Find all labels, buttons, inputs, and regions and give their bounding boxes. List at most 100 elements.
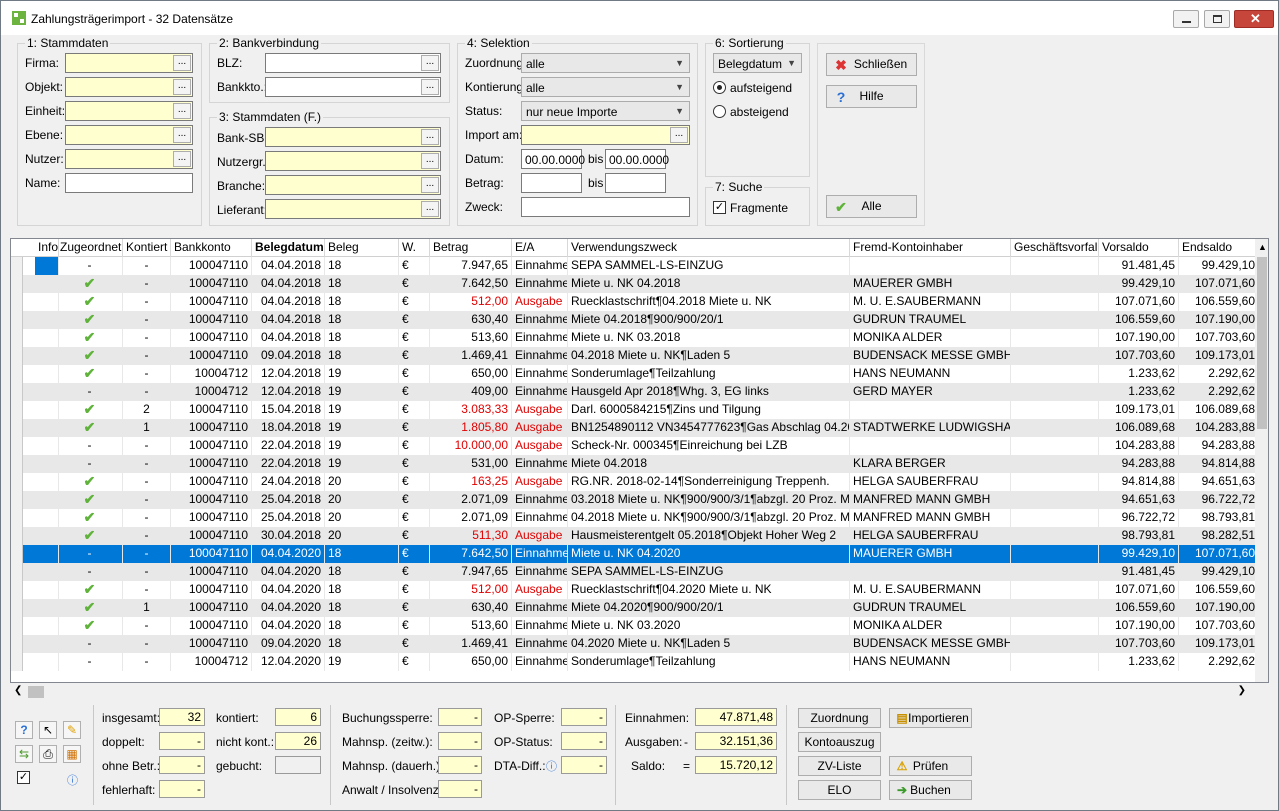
pruefen-button[interactable]: ⚠ Prüfen <box>889 756 972 776</box>
sortierung-select[interactable]: Belegdatum ▼ <box>713 53 802 73</box>
fragmente-checkbox[interactable]: ✓ <box>713 201 726 214</box>
table-row[interactable]: ✔ -100047110 30.04.2018 20 €511,30 Ausgabe Hau… <box>11 527 1259 545</box>
column-header-zugeordnet[interactable]: Zugeordnet <box>57 239 123 257</box>
column-header-beleg[interactable]: Beleg <box>325 239 399 257</box>
aufsteigend-radio[interactable] <box>713 81 726 94</box>
row-header[interactable] <box>11 509 23 527</box>
row-header[interactable] <box>11 347 23 365</box>
table-row[interactable]: ✔ -100047110 04.04.2020 18 €513,60 Einnahme Mi… <box>11 617 1259 635</box>
scroll-left-icon[interactable]: ❮ <box>14 685 22 696</box>
pencil-icon[interactable]: ✎ <box>63 721 81 739</box>
hilfe-button[interactable]: ? Hilfe <box>826 85 917 108</box>
table-row[interactable]: ✔ 2 100047110 15.04.2018 19 €3.083,33 Ausgabe D… <box>11 401 1259 419</box>
table-row[interactable]: ✔ -100047110 04.04.2018 18 €7.642,50 Einnahme… <box>11 275 1259 293</box>
column-header-waehrung[interactable]: W. <box>399 239 430 257</box>
column-header-verwendungszweck[interactable]: Verwendungszweck <box>568 239 850 257</box>
nutzer-browse-button[interactable]: ... <box>173 151 191 167</box>
table-row[interactable]: - -100047110 04.04.2020 18 €7.642,50 Einnahme… <box>11 545 1259 563</box>
status-select[interactable]: nur neue Importe ▼ <box>521 101 690 121</box>
row-header[interactable] <box>11 545 23 563</box>
bankkto-browse-button[interactable]: ... <box>421 79 439 95</box>
ebene-field[interactable]: ... <box>65 125 193 145</box>
zvliste-button[interactable]: ZV-Liste <box>798 756 881 776</box>
table-row[interactable]: ✔ -100047110 04.04.2018 18 €513,60 Einnahme Mi… <box>11 329 1259 347</box>
select-all-checkbox[interactable]: ✓ <box>17 771 30 784</box>
zuordnung-button[interactable]: Zuordnung <box>798 708 881 728</box>
column-header-ea[interactable]: E/A <box>512 239 568 257</box>
column-header-endsaldo[interactable]: Endsaldo <box>1179 239 1259 257</box>
row-header[interactable] <box>11 599 23 617</box>
vertical-scroll-thumb[interactable] <box>1257 257 1267 429</box>
horizontal-scroll-thumb[interactable] <box>28 686 44 698</box>
row-header[interactable] <box>11 653 23 671</box>
column-header-bankkonto[interactable]: Bankkonto <box>171 239 252 257</box>
kontierung-select[interactable]: alle ▼ <box>521 77 690 97</box>
row-header[interactable] <box>11 311 23 329</box>
datum-bis-field[interactable]: 00.00.0000 <box>605 149 669 169</box>
table-row[interactable]: ✔ -100047110 25.04.2018 20 €2.071,09 Einnahme… <box>11 491 1259 509</box>
lieferant-browse-button[interactable]: ... <box>421 201 439 217</box>
grid-icon[interactable]: ▦ <box>63 745 81 763</box>
ebene-browse-button[interactable]: ... <box>173 127 191 143</box>
column-header-betrag[interactable]: Betrag <box>430 239 512 257</box>
blz-field[interactable]: ... <box>265 53 441 73</box>
firma-browse-button[interactable]: ... <box>173 55 191 71</box>
alle-button[interactable]: ✔ Alle <box>826 195 917 218</box>
row-header[interactable] <box>11 401 23 419</box>
row-header[interactable] <box>11 419 23 437</box>
zweck-field[interactable] <box>521 197 690 217</box>
table-row[interactable]: ✔ -10004712 12.04.2018 19 €650,00 Einnahme Son… <box>11 365 1259 383</box>
table-row[interactable]: ✔ -100047110 04.04.2018 18 €630,40 Einnahme Mi… <box>11 311 1259 329</box>
column-header-vorsaldo[interactable]: Vorsaldo <box>1099 239 1179 257</box>
nutzergr-browse-button[interactable]: ... <box>421 153 439 169</box>
datum-von-field[interactable]: 00.00.0000 <box>521 149 585 169</box>
importam-browse-button[interactable]: ... <box>670 127 688 143</box>
elo-button[interactable]: ELO <box>798 780 881 800</box>
kontoauszug-button[interactable]: Kontoauszug <box>798 732 881 752</box>
table-row[interactable]: ✔ -100047110 09.04.2018 18 €1.469,41 Einnahme… <box>11 347 1259 365</box>
lieferant-field[interactable]: ... <box>265 199 441 219</box>
table-row[interactable]: - -100047110 22.04.2018 19 €10.000,00 Ausgabe… <box>11 437 1259 455</box>
row-header[interactable] <box>11 293 23 311</box>
branche-browse-button[interactable]: ... <box>421 177 439 193</box>
row-header[interactable] <box>11 527 23 545</box>
table-row[interactable]: ✔ -100047110 04.04.2018 18 €512,00 Ausgabe Rue… <box>11 293 1259 311</box>
importam-field[interactable]: ... <box>521 125 690 145</box>
column-header-belegdatum[interactable]: Belegdatum <box>252 239 325 257</box>
row-header[interactable] <box>11 383 23 401</box>
row-header[interactable] <box>11 473 23 491</box>
row-header[interactable] <box>11 563 23 581</box>
vertical-scrollbar[interactable]: ▲ <box>1255 239 1268 682</box>
objekt-field[interactable]: ... <box>65 77 193 97</box>
info-icon[interactable]: ⓘ <box>546 758 557 774</box>
table-row[interactable]: - -100047110 04.04.2018 18 €7.947,65 Einnahme… <box>11 257 1259 275</box>
firma-field[interactable]: ... <box>65 53 193 73</box>
scroll-up-icon[interactable]: ▲ <box>1258 242 1267 252</box>
column-header-kontiert[interactable]: Kontiert <box>123 239 171 257</box>
info-icon[interactable]: ⓘ <box>67 772 78 788</box>
row-header[interactable] <box>11 455 23 473</box>
table-row[interactable]: - -100047110 04.04.2020 18 €7.947,65 Einnahme… <box>11 563 1259 581</box>
table-row[interactable]: ✔ 1 100047110 04.04.2020 18 €630,40 Einnahme Mi… <box>11 599 1259 617</box>
branche-field[interactable]: ... <box>265 175 441 195</box>
schliessen-button[interactable]: ✖ Schließen <box>826 53 917 76</box>
scroll-right-icon[interactable]: ❯ <box>1238 685 1246 696</box>
einheit-field[interactable]: ... <box>65 101 193 121</box>
banksb-browse-button[interactable]: ... <box>421 129 439 145</box>
table-row[interactable]: ✔ -100047110 24.04.2018 20 €163,25 Ausgabe RG.… <box>11 473 1259 491</box>
close-button[interactable]: ✕ <box>1234 10 1274 28</box>
row-header[interactable] <box>11 635 23 653</box>
maximize-button[interactable] <box>1204 10 1230 28</box>
table-row[interactable]: ✔ -100047110 25.04.2018 20 €2.071,09 Einnahme… <box>11 509 1259 527</box>
horizontal-scrollbar[interactable]: ❮ ❯ <box>10 684 1260 700</box>
table-row[interactable]: ✔ 1 100047110 18.04.2018 19 €1.805,80 Ausgabe B… <box>11 419 1259 437</box>
row-header[interactable] <box>11 365 23 383</box>
table-row[interactable]: - -10004712 12.04.2020 19 €650,00 Einnahme Son… <box>11 653 1259 671</box>
row-header[interactable] <box>11 275 23 293</box>
absteigend-radio[interactable] <box>713 105 726 118</box>
bankkto-field[interactable]: ... <box>265 77 441 97</box>
betrag-bis-field[interactable] <box>605 173 666 193</box>
buchen-button[interactable]: ➔ Buchen <box>889 780 972 800</box>
row-header[interactable] <box>11 257 23 275</box>
table-row[interactable]: - -100047110 09.04.2020 18 €1.469,41 Einnahme… <box>11 635 1259 653</box>
